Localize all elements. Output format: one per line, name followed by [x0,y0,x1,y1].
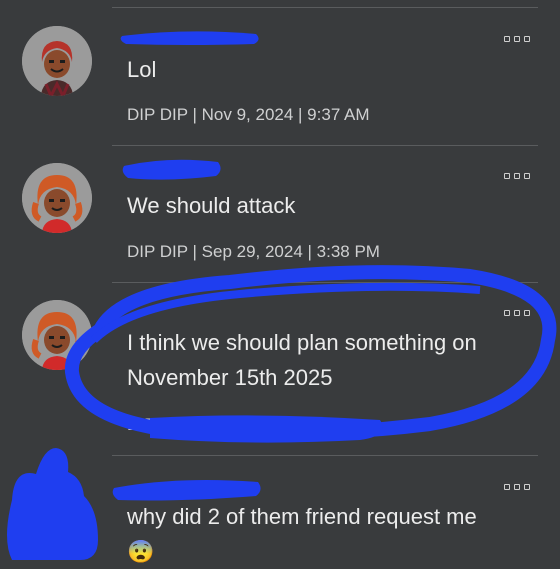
comment-text: I think we should plan something on Nove… [127,330,477,390]
comment-meta: DIP DIP | Nov 9, 2024 | 9:37 AM [127,105,370,124]
more-options-icon[interactable] [504,171,530,181]
more-options-icon[interactable] [504,482,530,492]
comment-divider [112,282,538,283]
redacted-username-scribble [120,31,259,45]
comment-text: why did 2 of them friend request me [127,504,477,529]
comment-text: Lol [127,57,157,82]
more-options-icon[interactable] [504,34,530,44]
comment-divider [112,455,538,456]
redacted-username-scribble [122,159,221,180]
comment-divider [112,7,538,8]
more-options-icon[interactable] [504,308,530,318]
avatar[interactable] [22,300,92,370]
comment-text: We should attack [127,193,296,218]
comment-divider [112,145,538,146]
comment-meta: DIP DIP | Sep 29, 2024 | 3:38 PM [127,242,380,261]
avatar[interactable] [22,26,92,96]
comment-meta: DIP DIP [127,415,189,434]
avatar[interactable] [22,163,92,233]
emoji: 😨 [127,539,155,564]
